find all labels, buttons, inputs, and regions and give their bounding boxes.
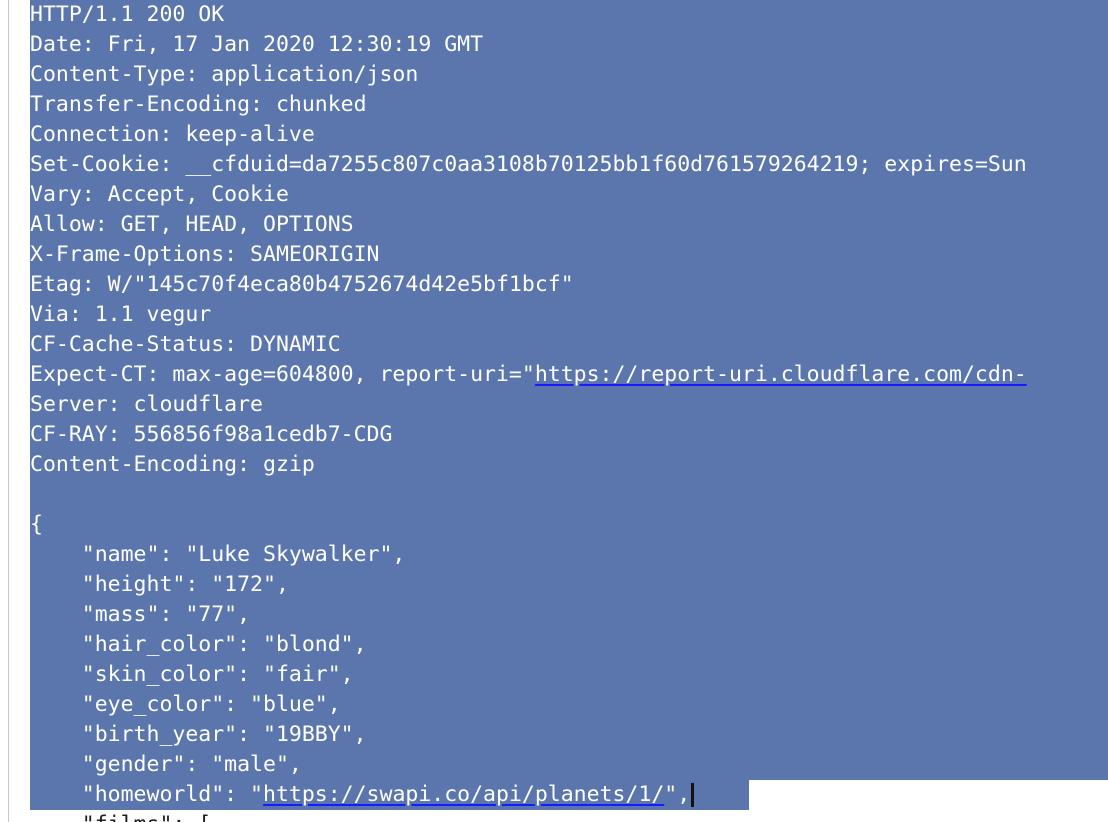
json-field-hair-color: "hair_color": "blond", <box>30 630 1108 660</box>
header-connection: Connection: keep-alive <box>30 120 1108 150</box>
json-open-brace: { <box>30 510 1108 540</box>
json-field-height: "height": "172", <box>30 570 1108 600</box>
json-field-gender: "gender": "male", <box>30 750 1108 780</box>
expect-ct-prefix: Expect-CT: max-age=604800, report-uri=" <box>30 362 535 387</box>
header-set-cookie: Set-Cookie: __cfduid=da7255c807c0aa3108b… <box>30 150 1108 180</box>
header-allow: Allow: GET, HEAD, OPTIONS <box>30 210 1108 240</box>
json-field-mass: "mass": "77", <box>30 600 1108 630</box>
response-viewer: HTTP/1.1 200 OK Date: Fri, 17 Jan 2020 1… <box>0 0 1108 822</box>
header-x-frame-options: X-Frame-Options: SAMEORIGIN <box>30 240 1108 270</box>
header-cf-cache-status: CF-Cache-Status: DYNAMIC <box>30 330 1108 360</box>
header-etag: Etag: W/"145c70f4eca80b4752674d42e5bf1bc… <box>30 270 1108 300</box>
header-content-encoding: Content-Encoding: gzip <box>30 450 1108 480</box>
http-response[interactable]: HTTP/1.1 200 OK Date: Fri, 17 Jan 2020 1… <box>30 0 1108 822</box>
json-field-eye-color: "eye_color": "blue", <box>30 690 1108 720</box>
left-border <box>8 0 9 822</box>
homeworld-link[interactable]: https://swapi.co/api/planets/1/ <box>263 782 664 807</box>
header-content-type: Content-Type: application/json <box>30 60 1108 90</box>
header-server: Server: cloudflare <box>30 390 1108 420</box>
json-field-films: "films": [ <box>30 810 1108 822</box>
json-field-skin-color: "skin_color": "fair", <box>30 660 1108 690</box>
status-line: HTTP/1.1 200 OK <box>30 0 1108 30</box>
json-field-birth-year: "birth_year": "19BBY", <box>30 720 1108 750</box>
json-field-name: "name": "Luke Skywalker", <box>30 540 1108 570</box>
homeworld-prefix: "homeworld": " <box>30 782 263 807</box>
header-date: Date: Fri, 17 Jan 2020 12:30:19 GMT <box>30 30 1108 60</box>
header-via: Via: 1.1 vegur <box>30 300 1108 330</box>
report-uri-link[interactable]: https://report-uri.cloudflare.com/cdn- <box>535 362 1027 387</box>
header-expect-ct: Expect-CT: max-age=604800, report-uri="h… <box>30 360 1108 390</box>
header-cf-ray: CF-RAY: 556856f98a1cedb7-CDG <box>30 420 1108 450</box>
text-caret <box>691 783 695 807</box>
blank-line <box>30 480 1108 510</box>
json-field-homeworld: "homeworld": "https://swapi.co/api/plane… <box>30 780 749 810</box>
header-vary: Vary: Accept, Cookie <box>30 180 1108 210</box>
homeworld-suffix: ", <box>664 782 691 807</box>
header-transfer-encoding: Transfer-Encoding: chunked <box>30 90 1108 120</box>
